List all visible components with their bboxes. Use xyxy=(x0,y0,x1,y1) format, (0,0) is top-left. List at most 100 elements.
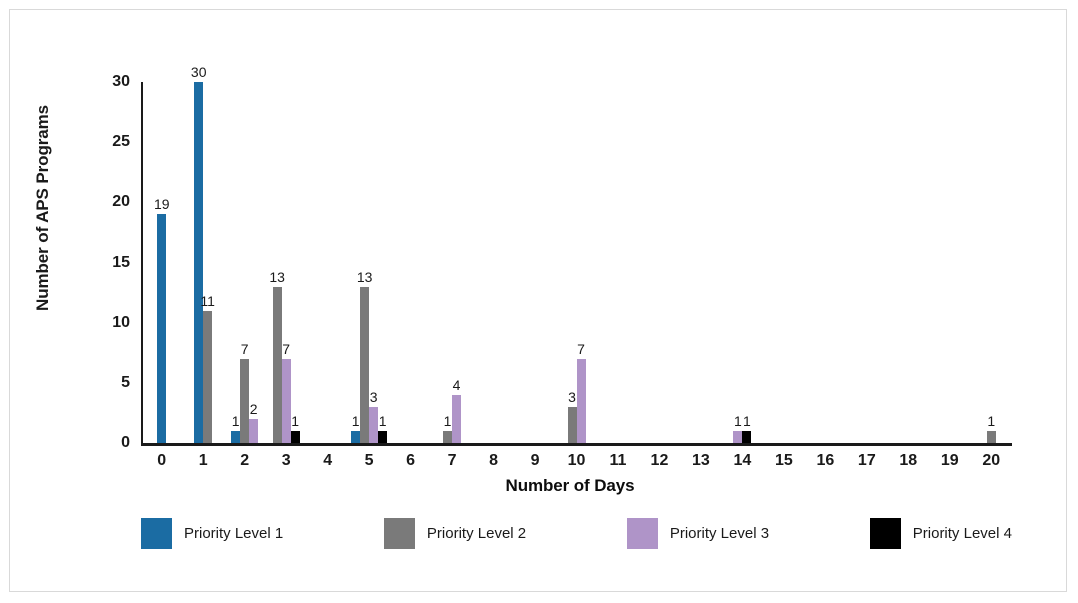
bars-layer: 19 30 11 1 7 2 13 7 1 1 13 3 1 1 4 3 7 1 1 1 xyxy=(141,64,1012,443)
legend-item-priority-level-4[interactable]: Priority Level 4 xyxy=(869,518,1012,549)
bar-value-label: 1 xyxy=(378,412,387,429)
bar-value-label: 1 xyxy=(351,412,360,429)
bar-group-item[interactable]: 1 xyxy=(231,413,241,443)
bar-group-item[interactable]: 1 xyxy=(290,413,300,443)
x-axis-line xyxy=(141,443,1012,446)
x-axis-tick-label: 8 xyxy=(489,452,498,469)
bar[interactable] xyxy=(986,430,996,443)
bar-group-item[interactable]: 1 xyxy=(733,413,743,443)
bar[interactable] xyxy=(360,286,370,443)
bar-value-label: 13 xyxy=(356,268,373,285)
bar-value-label: 3 xyxy=(568,388,576,405)
bar-group-item[interactable]: 3 xyxy=(567,389,577,443)
x-axis-title: Number of Days xyxy=(505,476,635,495)
bar[interactable] xyxy=(443,430,453,443)
x-axis-tick-label: 0 xyxy=(157,452,167,469)
x-axis-tick-label: 4 xyxy=(323,452,333,469)
bar-group-item[interactable]: 1 xyxy=(986,413,996,443)
plot-area: 0 5 10 15 20 25 30 0 1 2 3 4 5 6 7 8 9 10 11 12 13 14 15 16 17 1… xyxy=(112,64,1012,469)
bar-group-item[interactable]: 13 xyxy=(357,269,372,443)
bar-group-item[interactable]: 3 xyxy=(369,389,379,443)
legend-label: Priority Level 2 xyxy=(426,525,527,542)
bar-group-item[interactable]: 30 xyxy=(191,64,206,443)
y-axis-tick-label: 10 xyxy=(112,313,130,331)
bar[interactable] xyxy=(272,286,282,443)
bar-group-item[interactable]: 1 xyxy=(443,413,453,443)
legend-label: Priority Level 3 xyxy=(669,525,770,542)
legend-label: Priority Level 4 xyxy=(912,525,1012,542)
bar[interactable] xyxy=(452,394,462,443)
legend-item-priority-level-1[interactable]: Priority Level 1 xyxy=(141,518,283,549)
bar-group-item[interactable]: 7 xyxy=(281,341,291,443)
x-axis-tick-label: 16 xyxy=(816,452,835,469)
bar-value-label: 19 xyxy=(153,196,170,213)
bar-value-label: 2 xyxy=(249,400,258,417)
bar[interactable] xyxy=(249,418,259,443)
bar[interactable] xyxy=(742,430,752,443)
legend-swatch-priority-level-2 xyxy=(383,518,415,549)
bar-value-label: 30 xyxy=(190,64,207,80)
bar[interactable] xyxy=(351,430,361,443)
legend-item-priority-level-2[interactable]: Priority Level 2 xyxy=(383,518,527,549)
x-axis-tick-label: 6 xyxy=(406,452,416,469)
bar-group-item[interactable]: 1 xyxy=(378,413,388,443)
bar-value-label: 4 xyxy=(452,376,461,393)
y-axis-tick-label: 15 xyxy=(112,253,130,271)
y-axis-tick-label: 30 xyxy=(112,73,130,90)
x-axis-tick-label: 12 xyxy=(650,452,669,469)
x-axis-tick-label: 13 xyxy=(692,452,710,469)
bar[interactable] xyxy=(231,430,241,443)
x-axis-tick-label: 7 xyxy=(447,452,457,469)
chart-container: Number of APS Programs 0 5 10 15 20 25 30 0123… xyxy=(9,9,1067,592)
x-axis-tick-label: 9 xyxy=(530,452,540,469)
bar-value-label: 7 xyxy=(282,340,291,357)
bar[interactable] xyxy=(203,310,213,443)
bar-value-label: 11 xyxy=(200,292,215,309)
y-axis-tick-label: 25 xyxy=(112,133,130,151)
legend-swatch-priority-level-4 xyxy=(869,518,901,549)
bar[interactable] xyxy=(567,406,577,443)
bar-value-label: 7 xyxy=(240,340,249,357)
bar-value-label: 1 xyxy=(443,412,452,429)
bar-value-label: 1 xyxy=(291,412,300,429)
chart-legend: Priority Level 1 Priority Level 2 Priority… xyxy=(141,518,1012,549)
bar[interactable] xyxy=(290,430,300,443)
bar[interactable] xyxy=(240,358,250,443)
bar-value-label: 1 xyxy=(987,412,996,429)
bar[interactable] xyxy=(194,82,204,443)
bar[interactable] xyxy=(281,358,291,443)
bar-value-label: 1 xyxy=(231,412,240,429)
x-axis-tick-label: 10 xyxy=(567,452,586,469)
x-axis-tick-label: 19 xyxy=(940,452,959,469)
x-axis-tick-label: 18 xyxy=(899,452,918,469)
x-axis-tick-label: 2 xyxy=(240,452,250,469)
bar-group-item[interactable]: 7 xyxy=(240,341,250,443)
legend-swatch-priority-level-3 xyxy=(626,518,658,549)
x-axis-tick-label: 1 xyxy=(198,452,208,469)
bar-group-item[interactable]: 1 xyxy=(351,413,361,443)
x-axis-tick-label: 14 xyxy=(733,452,752,469)
bar[interactable] xyxy=(576,358,586,443)
y-axis-tick-label: 0 xyxy=(121,434,130,451)
bar[interactable] xyxy=(369,406,379,443)
legend-item-priority-level-3[interactable]: Priority Level 3 xyxy=(626,518,770,549)
bar-group-item[interactable]: 4 xyxy=(452,377,462,443)
bar[interactable] xyxy=(157,214,167,443)
bar-group-item[interactable]: 7 xyxy=(576,341,586,443)
bar-group-item[interactable]: 1 xyxy=(742,413,752,443)
bar-group-item[interactable]: 13 xyxy=(269,269,285,443)
bar-value-label: 13 xyxy=(269,268,285,285)
bar-group-item[interactable]: 19 xyxy=(154,196,170,443)
bar-group-item[interactable]: 11 xyxy=(200,293,215,443)
y-axis-title: Number of APS Programs xyxy=(33,105,52,311)
bar-value-label: 3 xyxy=(369,388,378,405)
bar-value-label: 1 xyxy=(742,412,751,429)
bar[interactable] xyxy=(378,430,388,443)
x-axis-tick-label: 3 xyxy=(281,452,291,469)
x-axis-tick-label: 20 xyxy=(982,452,1001,469)
bar[interactable] xyxy=(733,430,743,443)
bar-value-label: 7 xyxy=(577,340,585,357)
x-axis-tick-label: 15 xyxy=(774,452,793,469)
x-axis-tick-label: 5 xyxy=(364,452,374,469)
bar-group-item[interactable]: 2 xyxy=(249,401,259,443)
